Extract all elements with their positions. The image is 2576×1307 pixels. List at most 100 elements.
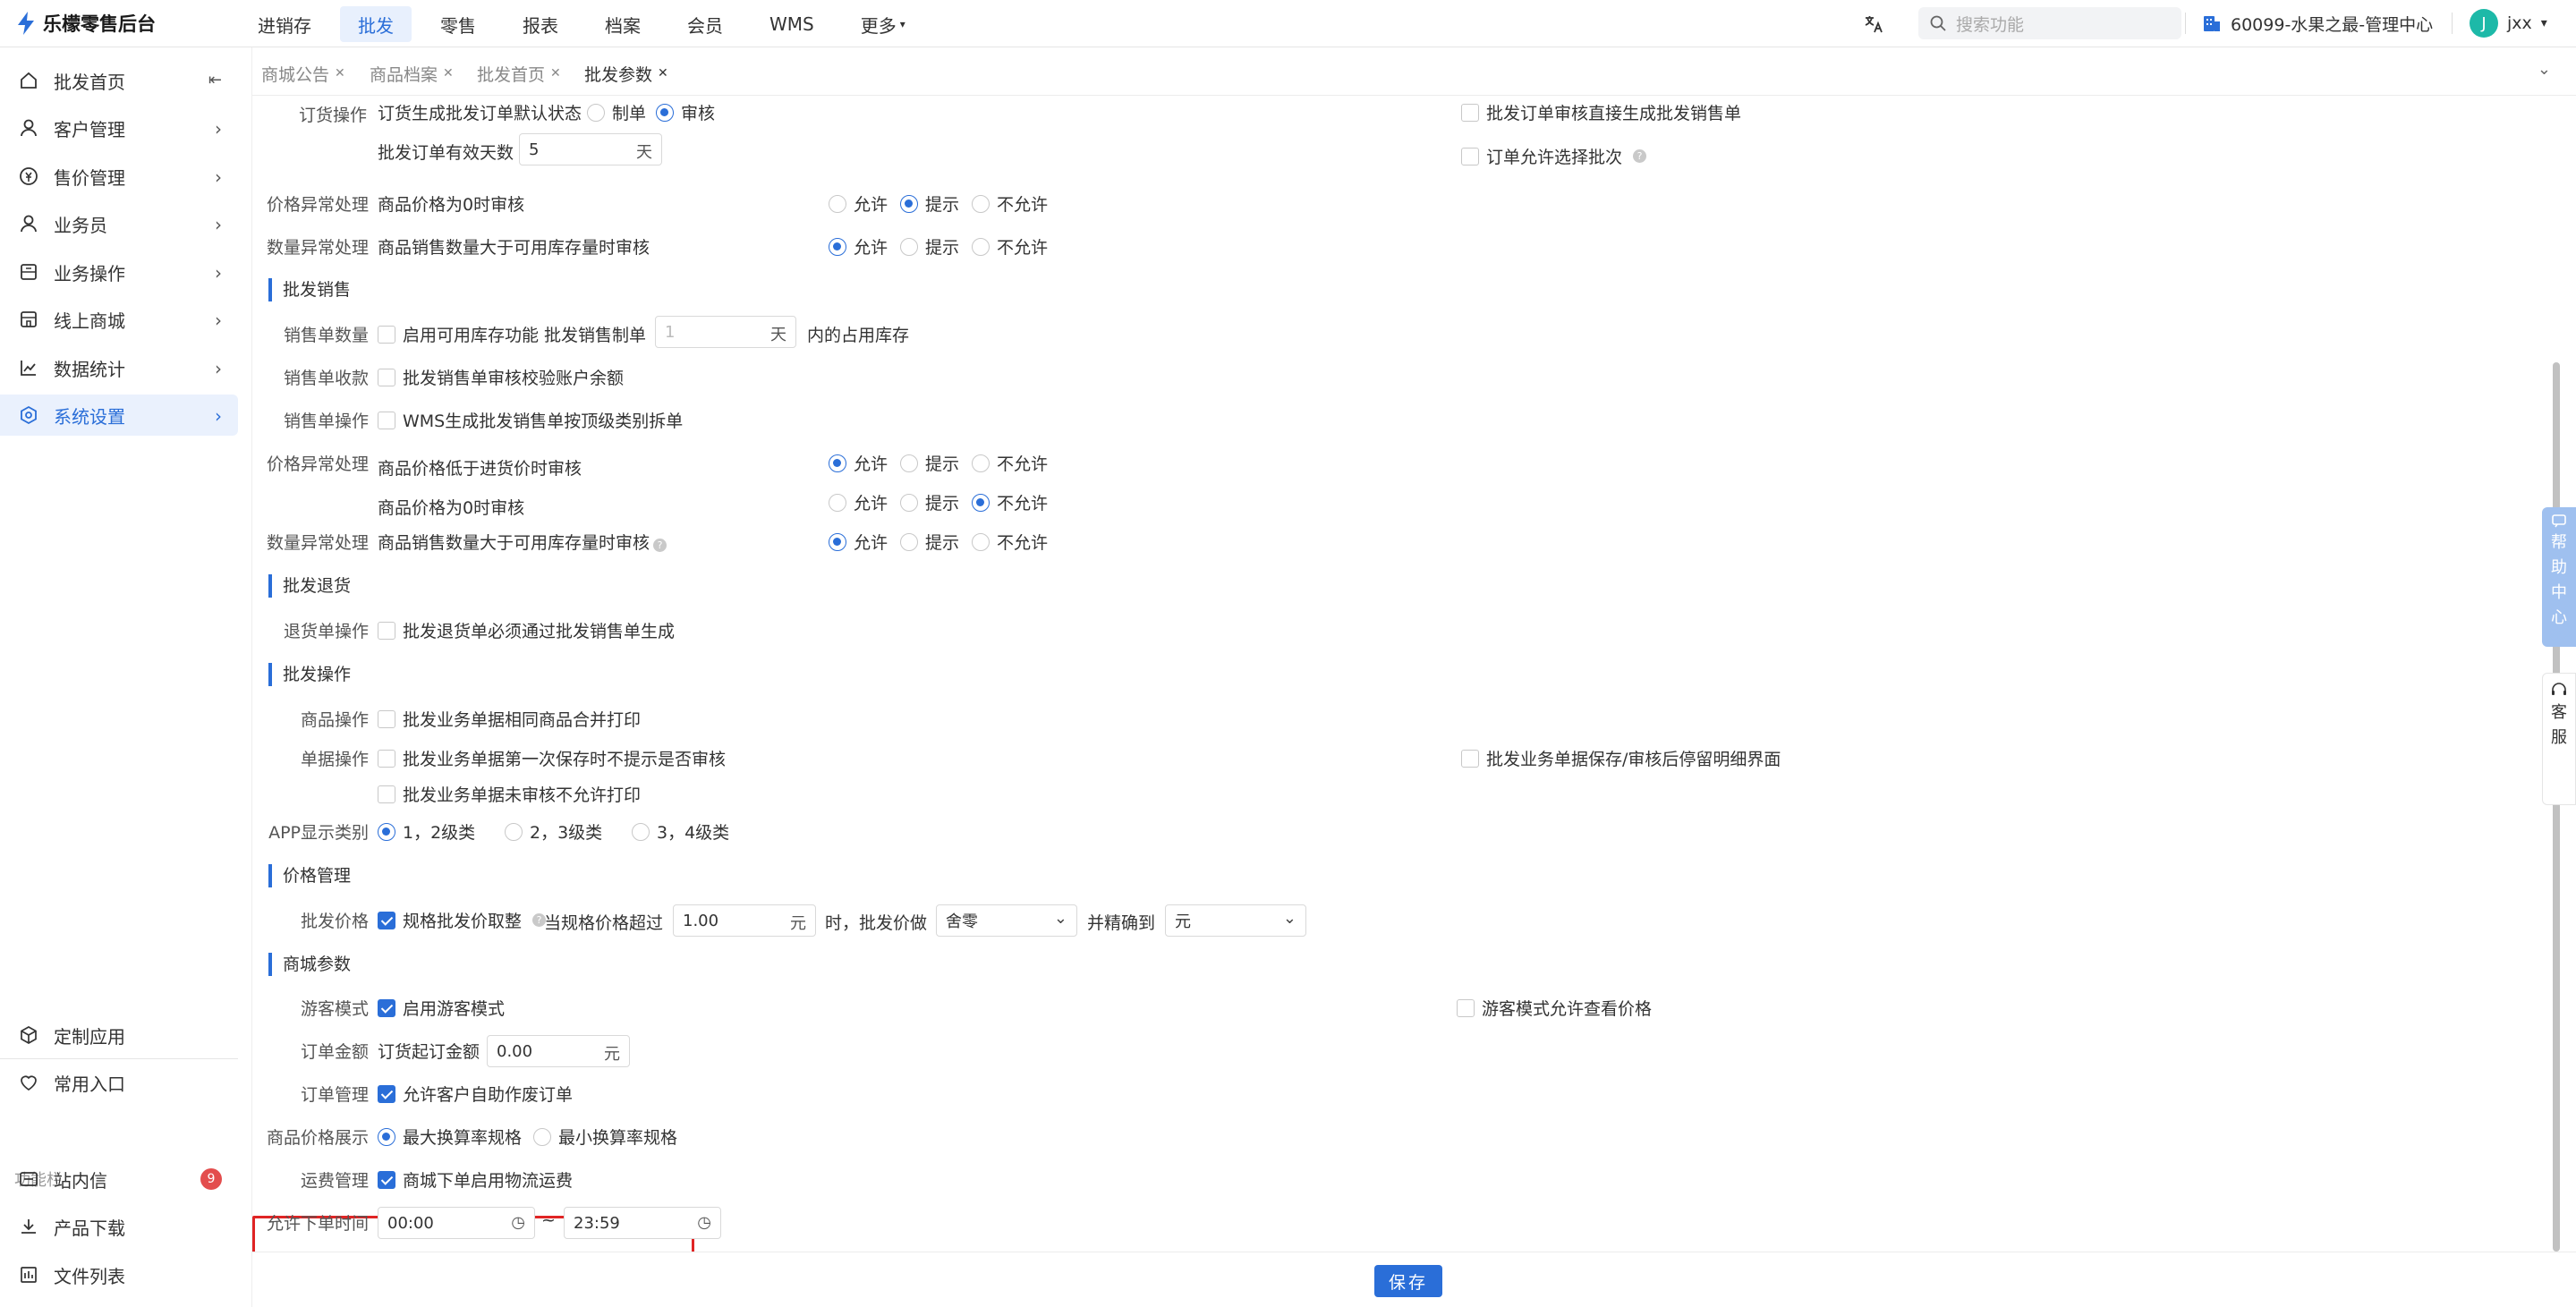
radio-cat-12[interactable]: 1，2级类 — [378, 819, 475, 844]
checkbox-return-via-sales[interactable]: 批发退货单必须通过批发销售单生成 — [378, 618, 675, 642]
checkbox-batch[interactable]: 订单允许选择批次? — [1461, 144, 1647, 168]
scroll-thumb[interactable] — [2553, 362, 2560, 1252]
radio-prompt[interactable]: 提示 — [900, 530, 959, 554]
checkbox-direct-sales[interactable]: 批发订单审核直接生成批发销售单 — [1461, 100, 1741, 124]
sidebar-item-salesman[interactable]: 业务员 › — [0, 203, 238, 244]
search-input[interactable]: 搜索功能 — [1918, 7, 2181, 39]
radio-draft[interactable]: 制单 — [587, 100, 646, 124]
checkbox-merge-print[interactable]: 批发业务单据相同商品合并打印 — [378, 707, 641, 731]
sidebar-item-pricing[interactable]: 售价管理 › — [0, 156, 238, 197]
rounding-mode-select[interactable]: 舍零 ⌄ — [936, 904, 1077, 937]
checkbox-self-cancel[interactable]: 允许客户自助作废订单 — [378, 1082, 573, 1106]
radio-min-ratio[interactable]: 最小换算率规格 — [533, 1125, 677, 1149]
radio-allow[interactable]: 允许 — [829, 490, 888, 514]
nav-lingshou[interactable]: 零售 — [422, 6, 494, 42]
radio-circle — [972, 532, 990, 551]
radio-cat-34[interactable]: 3，4级类 — [632, 819, 729, 844]
checkbox-stay-detail[interactable]: 批发业务单据保存/审核后停留明细界面 — [1461, 746, 1781, 770]
help-icon[interactable]: ? — [1633, 149, 1647, 163]
radio-allow[interactable]: 允许 — [829, 530, 888, 554]
checkbox-round-price[interactable]: 规格批发价取整? — [378, 908, 547, 932]
checkbox-guest-mode[interactable]: 启用游客模式 — [378, 996, 505, 1020]
close-icon[interactable]: ✕ — [443, 66, 454, 81]
sidebar-item-downloads[interactable]: 产品下载 — [0, 1206, 238, 1247]
org-switcher[interactable]: 60099-水果之最-管理中心 — [2202, 7, 2433, 39]
radio-allow[interactable]: 允许 — [829, 451, 888, 475]
radio-prompt[interactable]: 提示 — [900, 191, 959, 216]
close-icon[interactable]: ✕ — [550, 66, 561, 81]
customer-service-button[interactable]: 客 服 — [2542, 673, 2576, 805]
end-time-input[interactable]: 23:59 ◷ — [564, 1207, 721, 1239]
nav-wms[interactable]: WMS — [752, 6, 832, 42]
checkbox-no-audit-prompt[interactable]: 批发业务单据第一次保存时不提示是否审核 — [378, 746, 726, 770]
nav-jinxiaocun[interactable]: 进销存 — [240, 6, 329, 42]
checkbox-no-print-unaudited[interactable]: 批发业务单据未审核不允许打印 — [378, 782, 641, 806]
radio-allow[interactable]: 允许 — [829, 191, 888, 216]
sidebar-item-pifa-home[interactable]: 批发首页 ⇤ — [0, 60, 238, 101]
tab-goods-archive[interactable]: 商品档案 ✕ — [370, 60, 454, 87]
sidebar-item-file-list[interactable]: 文件列表 — [0, 1254, 238, 1295]
radio-prompt[interactable]: 提示 — [900, 234, 959, 259]
nav-dangan[interactable]: 档案 — [587, 6, 659, 42]
help-icon[interactable]: ? — [653, 539, 667, 552]
checkbox-square — [378, 325, 395, 344]
nav-more[interactable]: 更多 ▾ — [843, 6, 923, 42]
app-logo[interactable]: 乐檬零售后台 — [16, 10, 156, 37]
field-label: 数量异常处理 — [266, 238, 369, 258]
checkbox-freight[interactable]: 商城下单启用物流运费 — [378, 1167, 573, 1192]
start-time-input[interactable]: 00:00 ◷ — [378, 1207, 535, 1239]
checkbox-guest-view-price[interactable]: 游客模式允许查看价格 — [1457, 996, 1652, 1020]
price-zero-text: 商品价格为0时审核 — [378, 195, 525, 215]
checkbox-balance-check[interactable]: 批发销售单审核校验账户余额 — [378, 365, 624, 389]
draft-days-input[interactable]: 1天 — [655, 316, 796, 348]
tab-pifa-home[interactable]: 批发首页 ✕ — [477, 60, 561, 87]
radio-deny[interactable]: 不允许 — [972, 530, 1048, 554]
collapse-sidebar-icon[interactable]: ⇤ — [208, 71, 222, 89]
radio-prompt[interactable]: 提示 — [900, 490, 959, 514]
radio-audit[interactable]: 审核 — [656, 100, 715, 124]
precision-unit-select[interactable]: 元 ⌄ — [1165, 904, 1306, 937]
field-label: 订货操作 — [298, 106, 367, 125]
radio-deny[interactable]: 不允许 — [972, 451, 1048, 475]
building-icon — [2204, 16, 2220, 31]
default-status-label: 订货生成批发订单默认状态 — [378, 104, 582, 123]
field-label: 销售单收款 — [283, 369, 369, 388]
validity-days-input[interactable]: 5天 — [519, 133, 662, 165]
chevron-right-icon: › — [215, 310, 222, 331]
radio-deny[interactable]: 不允许 — [972, 234, 1048, 259]
translate-icon[interactable] — [1863, 0, 1884, 47]
tab-mall-notice[interactable]: 商城公告 ✕ — [261, 60, 345, 87]
sidebar-item-statistics[interactable]: 数据统计 › — [0, 347, 238, 388]
exceed-price-input[interactable]: 1.00 元 — [673, 904, 816, 937]
nav-huiyuan[interactable]: 会员 — [669, 6, 741, 42]
chevron-down-icon[interactable]: ⌄ — [2538, 60, 2551, 79]
sidebar-item-operations[interactable]: 业务操作 › — [0, 251, 238, 293]
radio-circle — [972, 454, 990, 472]
checkbox-wms-split[interactable]: WMS生成批发销售单按顶级类别拆单 — [378, 408, 683, 432]
radio-cat-23[interactable]: 2，3级类 — [505, 819, 602, 844]
radio-deny[interactable]: 不允许 — [972, 490, 1048, 514]
sidebar-item-customers[interactable]: 客户管理 › — [0, 107, 238, 149]
help-center-button[interactable]: 帮 助 中 心 — [2542, 507, 2576, 647]
close-icon[interactable]: ✕ — [658, 66, 668, 81]
nav-pifa[interactable]: 批发 — [340, 6, 412, 42]
sidebar-item-custom-apps[interactable]: 定制应用 — [0, 1014, 238, 1056]
radio-deny[interactable]: 不允许 — [972, 191, 1048, 216]
nav-baobiao[interactable]: 报表 — [505, 6, 576, 42]
field-label: 订单管理 — [300, 1085, 369, 1105]
min-order-input[interactable]: 0.00 元 — [487, 1035, 630, 1067]
radio-allow[interactable]: 允许 — [829, 234, 888, 259]
sidebar-item-online-mall[interactable]: 线上商城 › — [0, 299, 238, 340]
tab-pifa-params[interactable]: 批发参数 ✕ — [584, 60, 668, 87]
checkbox-square — [378, 911, 395, 929]
radio-max-ratio[interactable]: 最大换算率规格 — [378, 1125, 522, 1149]
sidebar-item-messages[interactable]: 站内信 9 — [0, 1158, 238, 1200]
sidebar-item-settings[interactable]: 系统设置 › — [0, 395, 238, 436]
user-menu[interactable]: J jxx ▾ — [2470, 8, 2547, 38]
save-button[interactable]: 保存 — [1374, 1265, 1442, 1297]
divider — [2185, 13, 2186, 34]
close-icon[interactable]: ✕ — [335, 66, 345, 81]
radio-prompt[interactable]: 提示 — [900, 451, 959, 475]
checkbox-available-stock[interactable]: 启用可用库存功能 — [378, 322, 539, 346]
sidebar-item-favorites[interactable]: 常用入口 — [0, 1062, 238, 1103]
